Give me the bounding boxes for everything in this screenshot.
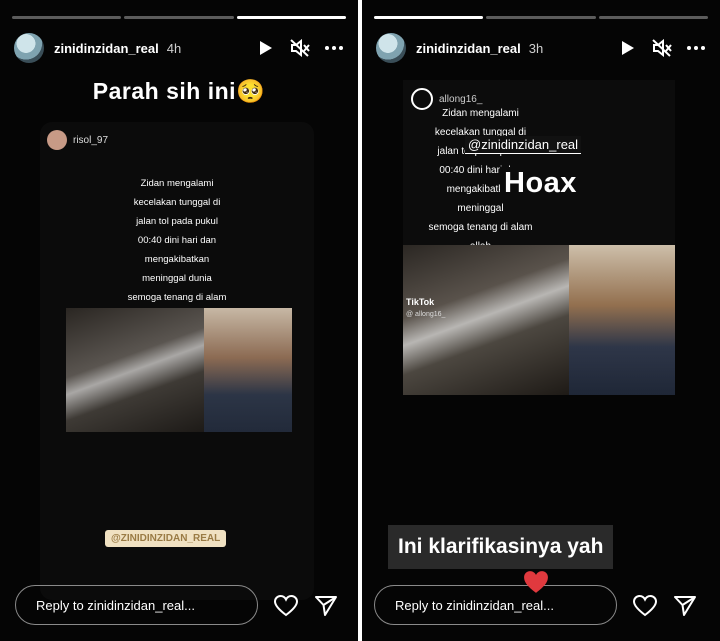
post-text-line: mengakibatkan <box>144 254 210 265</box>
send-icon[interactable] <box>671 592 699 620</box>
story-header: zinidinzidan_real 4h <box>14 33 344 63</box>
author-name: allong16_ <box>439 93 483 105</box>
shared-post[interactable]: risol_97 Zidan mengalami kecelakan tungg… <box>40 122 314 600</box>
crashed-car-photo <box>66 308 204 432</box>
heart-icon[interactable] <box>631 592 659 620</box>
avatar[interactable] <box>14 33 44 63</box>
author-avatar <box>47 130 67 150</box>
crashed-car-photo: TikTok @ allong16_ <box>403 245 569 395</box>
progress-segment <box>12 16 122 19</box>
post-photo-collage: TikTok @ allong16_ <box>403 245 675 395</box>
post-text-line: Zidan mengalami <box>140 178 214 189</box>
more-icon[interactable] <box>324 38 344 58</box>
play-icon[interactable] <box>256 38 276 58</box>
tiktok-username: @ allong16_ <box>406 311 446 318</box>
post-text-line: Zidan mengalami <box>442 108 519 119</box>
avatar[interactable] <box>376 33 406 63</box>
mention-sticker[interactable]: @ZINIDINZIDAN_REAL <box>105 530 227 547</box>
post-text-line: 00:40 dini hari dan <box>137 235 217 246</box>
reply-input[interactable]: Reply to zinidinzidan_real... <box>374 585 617 625</box>
post-text-line: meninggal <box>457 203 504 214</box>
progress-segment <box>598 16 708 19</box>
heart-reaction-icon <box>521 567 551 597</box>
post-text: Zidan mengalami kecelakan tunggal di jal… <box>40 174 314 326</box>
story-panel-left: zinidinzidan_real 4h Parah sih ini🥺 riso… <box>0 0 358 641</box>
header-controls <box>618 38 706 58</box>
tiktok-watermark: TikTok <box>406 297 435 307</box>
portrait-photo <box>204 308 292 432</box>
story-caption: Parah sih ini🥺 <box>92 78 266 104</box>
send-icon[interactable] <box>312 592 340 620</box>
post-text-area: allong16_ Zidan mengalami kecelakan tung… <box>403 80 675 252</box>
portrait-photo <box>569 245 675 395</box>
header-controls <box>256 38 344 58</box>
shared-post[interactable]: allong16_ Zidan mengalami kecelakan tung… <box>403 80 675 400</box>
progress-bar <box>12 16 346 19</box>
more-icon[interactable] <box>686 38 706 58</box>
clarification-caption: Ini klarifikasinya yah <box>388 525 614 569</box>
post-text-line: kecelakan tunggal di <box>133 197 221 208</box>
post-text-line: jalan tol pada pukul <box>136 216 218 227</box>
timestamp: 3h <box>528 40 544 56</box>
progress-bar <box>374 16 708 19</box>
timestamp: 4h <box>166 40 182 56</box>
author-name: risol_97 <box>73 134 109 146</box>
username[interactable]: zinidinzidan_real <box>54 41 159 56</box>
mute-icon[interactable] <box>652 38 672 58</box>
username[interactable]: zinidinzidan_real <box>416 41 521 56</box>
progress-segment <box>486 16 596 19</box>
post-photo-collage <box>66 308 292 432</box>
progress-segment <box>374 16 484 19</box>
story-header: zinidinzidan_real 3h <box>376 33 706 63</box>
mute-icon[interactable] <box>290 38 310 58</box>
hoax-overlay-text: Hoax <box>500 167 581 200</box>
post-text-line: semoga tenang di alam <box>127 292 227 303</box>
progress-segment <box>124 16 234 19</box>
progress-segment-active <box>236 16 346 19</box>
post-text-line: meninggal dunia <box>142 273 212 284</box>
shared-post-author: risol_97 <box>47 130 108 150</box>
post-text-line: semoga tenang di alam <box>428 222 533 233</box>
mention-sticker[interactable]: @zinidinzidan_real <box>465 136 582 154</box>
reply-input[interactable]: Reply to zinidinzidan_real... <box>15 585 258 625</box>
heart-icon[interactable] <box>272 592 300 620</box>
play-icon[interactable] <box>618 38 638 58</box>
